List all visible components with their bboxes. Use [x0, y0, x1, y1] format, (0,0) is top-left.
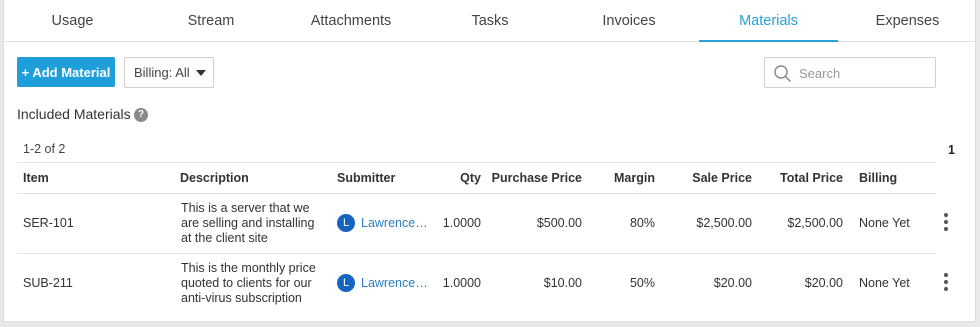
- tab-usage[interactable]: Usage: [4, 0, 141, 42]
- col-sale-price[interactable]: Sale Price: [664, 171, 752, 185]
- item-code: SUB-211: [23, 276, 73, 290]
- qty: 1.0000: [442, 216, 481, 230]
- tab-bar: Usage Stream Attachments Tasks Invoices …: [4, 0, 975, 42]
- purchase-price: $500.00: [536, 216, 582, 230]
- total-price: $20.00: [804, 276, 843, 290]
- kebab-menu-icon[interactable]: [941, 212, 951, 232]
- col-purchase-price[interactable]: Purchase Price: [484, 171, 582, 185]
- divider: [17, 253, 936, 254]
- result-count: 1-2 of 2: [23, 142, 66, 156]
- billing-status: None Yet: [859, 216, 910, 230]
- item-description: This is a server that we are selling and…: [181, 201, 315, 245]
- caret-down-icon: [196, 70, 206, 76]
- materials-panel: Usage Stream Attachments Tasks Invoices …: [3, 0, 976, 322]
- help-icon[interactable]: ?: [134, 108, 148, 122]
- section-title: Included Materials: [17, 106, 131, 122]
- avatar: L: [337, 214, 355, 232]
- divider: [17, 193, 936, 194]
- qty: 1.0000: [442, 276, 481, 290]
- divider: [17, 162, 936, 163]
- search-icon: [774, 65, 791, 82]
- billing-status: None Yet: [859, 276, 910, 290]
- margin: 80%: [629, 216, 655, 230]
- pagination-page[interactable]: 1: [948, 143, 955, 157]
- kebab-menu-icon[interactable]: [941, 272, 951, 292]
- sale-price: $2,500.00: [696, 216, 752, 230]
- submitter-link[interactable]: Lawrence…: [361, 276, 428, 290]
- col-margin[interactable]: Margin: [594, 171, 655, 185]
- search-input[interactable]: [799, 63, 929, 83]
- total-price: $2,500.00: [787, 216, 843, 230]
- col-description[interactable]: Description: [180, 171, 249, 185]
- col-billing[interactable]: Billing: [859, 171, 897, 185]
- sale-price: $20.00: [713, 276, 752, 290]
- submitter-link[interactable]: Lawrence…: [361, 216, 428, 230]
- col-qty[interactable]: Qty: [424, 171, 481, 185]
- billing-filter-value: Billing: All: [134, 65, 190, 80]
- margin: 50%: [629, 276, 655, 290]
- purchase-price: $10.00: [543, 276, 582, 290]
- item-code: SER-101: [23, 216, 74, 230]
- tab-expenses[interactable]: Expenses: [838, 0, 977, 42]
- tab-tasks[interactable]: Tasks: [421, 0, 559, 42]
- avatar: L: [337, 274, 355, 292]
- add-material-button[interactable]: + Add Material: [17, 57, 115, 87]
- tab-attachments[interactable]: Attachments: [281, 0, 421, 42]
- item-description: This is the monthly price quoted to clie…: [181, 261, 316, 305]
- col-submitter[interactable]: Submitter: [337, 171, 395, 185]
- col-total-price[interactable]: Total Price: [764, 171, 843, 185]
- billing-filter-select[interactable]: Billing: All: [124, 57, 214, 88]
- tab-materials[interactable]: Materials: [699, 0, 838, 42]
- tab-invoices[interactable]: Invoices: [559, 0, 699, 42]
- col-item[interactable]: Item: [23, 171, 49, 185]
- search-box[interactable]: [764, 57, 936, 88]
- tab-stream[interactable]: Stream: [141, 0, 281, 42]
